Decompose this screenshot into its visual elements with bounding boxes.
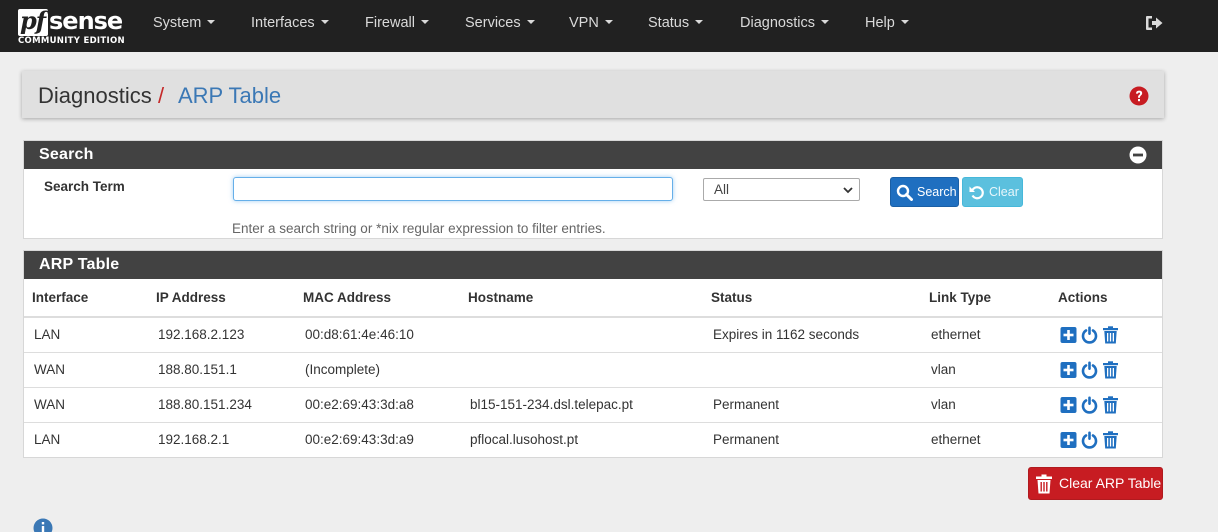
cell-mac-address: 00:d8:61:4e:46:10	[305, 327, 414, 343]
search-panel: Search Search Term All Search Clear Ente…	[23, 140, 1163, 239]
cell-hostname	[460, 351, 703, 387]
trash-icon[interactable]	[1102, 431, 1119, 449]
plus-square-icon[interactable]	[1060, 396, 1077, 414]
cell-actions	[1050, 351, 1162, 387]
cell-interface: WAN	[24, 386, 148, 422]
power-off-icon[interactable]	[1081, 361, 1098, 379]
caret-down-icon	[320, 20, 329, 25]
column-header-actions: Actions	[1050, 279, 1162, 318]
search-button[interactable]: Search	[890, 177, 959, 207]
breadcrumb: Diagnostics / ARP Table	[22, 71, 1164, 118]
column-header-link-type: Link Type	[921, 279, 1050, 318]
trash-icon[interactable]	[1102, 360, 1119, 379]
caret-down-icon	[695, 20, 704, 25]
search-input[interactable]	[233, 177, 673, 201]
column-header-mac-address: MAC Address	[295, 279, 460, 318]
cell-ip-address: 188.80.151.1	[148, 351, 295, 387]
cell-status: Permanent	[703, 386, 921, 422]
nav-menu-vpn[interactable]: VPN	[569, 0, 613, 46]
search-scope-select[interactable]: All	[703, 178, 860, 201]
cell-status	[703, 351, 921, 387]
cell-link-type: ethernet	[931, 327, 981, 343]
table-row: LAN 192.168.2.1 00:e2:69:43:3d:a9 pflocal.l…	[24, 421, 1162, 457]
search-icon	[896, 184, 913, 201]
cell-ip-address: 192.168.2.123	[158, 327, 245, 343]
undo-icon	[969, 186, 984, 200]
sign-out-icon[interactable]	[1145, 15, 1163, 31]
cell-hostname	[460, 317, 703, 352]
column-header-ip-address: IP Address	[148, 279, 295, 318]
nav-menu-services[interactable]: Services	[465, 0, 535, 46]
cell-interface: WAN	[24, 351, 148, 387]
cell-link-type: vlan	[921, 386, 1050, 422]
column-header-interface: Interface	[24, 279, 148, 318]
power-off-icon[interactable]	[1081, 326, 1098, 344]
cell-link-type: ethernet	[921, 421, 1050, 457]
plus-square-icon[interactable]	[1060, 431, 1077, 449]
clear-arp-table-button[interactable]: Clear ARP Table	[1028, 467, 1163, 500]
caret-down-icon	[820, 20, 829, 25]
arp-table-panel: ARP Table Interface IP Address MAC Addre…	[23, 250, 1163, 458]
cell-interface: LAN	[24, 421, 148, 457]
power-off-icon[interactable]	[1081, 431, 1098, 449]
trash-icon[interactable]	[1102, 395, 1119, 414]
cell-mac-address: 00:e2:69:43:3d:a8	[295, 386, 460, 422]
cell-status: Expires in 1162 seconds	[713, 327, 860, 343]
breadcrumb-separator: /	[158, 83, 165, 108]
info-circle-icon[interactable]	[33, 518, 53, 532]
plus-square-icon[interactable]	[1060, 361, 1077, 379]
cell-interface: LAN	[34, 327, 61, 343]
breadcrumb-arp-table[interactable]: ARP Table	[178, 83, 281, 109]
cell-ip-address: 188.80.151.234	[148, 386, 295, 422]
cell-actions	[1050, 421, 1162, 457]
arp-table-panel-title: ARP Table	[39, 256, 120, 273]
cell-ip-address: 192.168.2.1	[148, 421, 295, 457]
cell-status: Permanent	[703, 421, 921, 457]
caret-down-icon	[207, 20, 216, 25]
search-panel-title: Search	[39, 146, 94, 163]
caret-down-icon	[526, 20, 535, 25]
nav-menu-help[interactable]: Help	[865, 0, 909, 46]
minus-circle-icon[interactable]	[1129, 146, 1147, 164]
cell-link-type: vlan	[921, 351, 1050, 387]
search-term-label: Search Term	[44, 179, 125, 194]
plus-square-icon[interactable]	[1060, 326, 1077, 344]
question-circle-icon[interactable]	[1129, 86, 1149, 106]
arp-table: Interface IP Address MAC Address Hostnam…	[24, 279, 1162, 457]
cell-hostname: bl15-151-234.dsl.telepac.pt	[460, 386, 703, 422]
nav-menu-interfaces[interactable]: Interfaces	[251, 0, 329, 46]
search-help-text: Enter a search string or *nix regular ex…	[232, 221, 606, 236]
search-scope-value: All	[714, 182, 730, 197]
clear-button[interactable]: Clear	[962, 177, 1023, 207]
cell-actions	[1050, 317, 1162, 352]
nav-menu-diagnostics[interactable]: Diagnostics	[740, 0, 829, 46]
caret-down-icon	[420, 20, 429, 25]
pfsense-logo[interactable]: pf sense COMMUNITY EDITION	[18, 6, 126, 46]
top-navbar: pf sense COMMUNITY EDITION System Interf…	[0, 0, 1218, 52]
trash-icon[interactable]	[1102, 326, 1119, 344]
nav-menu-system[interactable]: System	[153, 0, 216, 46]
chevron-down-icon	[843, 187, 853, 194]
table-row: WAN 188.80.151.1 (Incomplete) vlan	[24, 351, 1162, 387]
cell-actions	[1050, 386, 1162, 422]
trash-icon	[1036, 474, 1052, 494]
cell-mac-address: 00:e2:69:43:3d:a9	[295, 421, 460, 457]
table-row: WAN 188.80.151.234 00:e2:69:43:3d:a8 bl15-1…	[24, 386, 1162, 422]
logo-edition-text: COMMUNITY EDITION	[18, 36, 125, 46]
arp-table-panel-heading: ARP Table	[24, 251, 1162, 279]
column-header-hostname: Hostname	[460, 279, 703, 318]
caret-down-icon	[604, 20, 613, 25]
cell-hostname: pflocal.lusohost.pt	[460, 421, 703, 457]
breadcrumb-diagnostics[interactable]: Diagnostics	[38, 83, 152, 109]
table-row: LAN 192.168.2.123 00:d8:61:4e:46:10 Expires…	[24, 317, 1162, 352]
power-off-icon[interactable]	[1081, 396, 1098, 414]
table-header-row: Interface IP Address MAC Address Hostnam…	[24, 279, 1162, 318]
cell-mac-address: (Incomplete)	[295, 351, 460, 387]
nav-menu-firewall[interactable]: Firewall	[365, 0, 429, 46]
nav-menu-status[interactable]: Status	[648, 0, 704, 46]
caret-down-icon	[900, 20, 909, 25]
column-header-status: Status	[703, 279, 921, 318]
search-panel-heading: Search	[24, 141, 1162, 169]
